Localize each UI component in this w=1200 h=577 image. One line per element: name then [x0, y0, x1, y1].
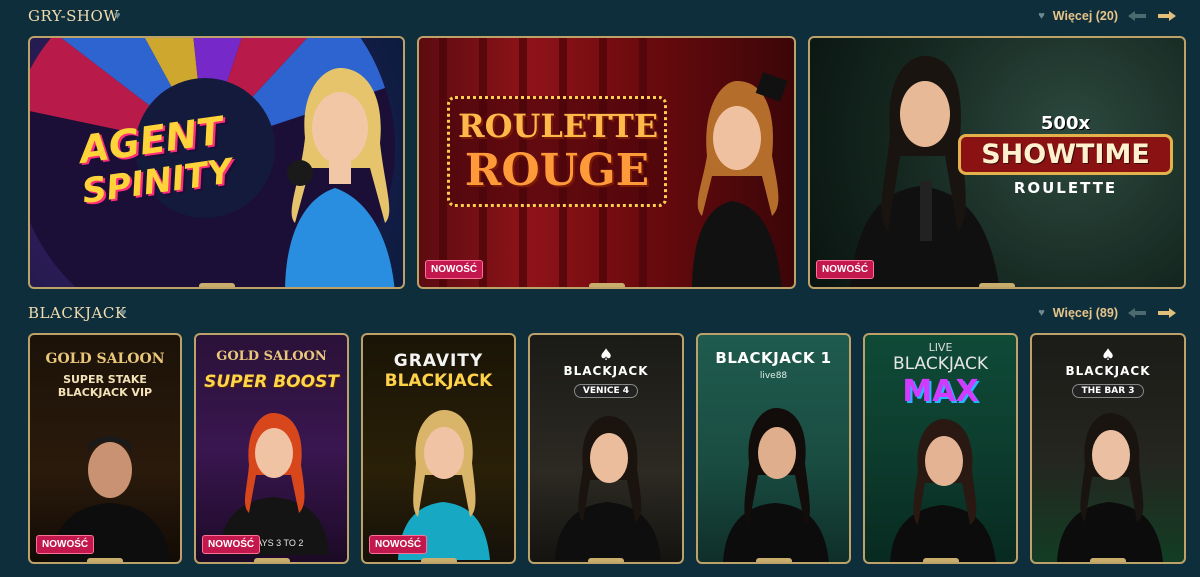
favorite-heart-icon[interactable]: ♥: [1038, 10, 1045, 22]
logo-line-2: THE BAR 3: [1072, 384, 1144, 398]
game-card-blackjack-1[interactable]: BLACKJACK 1 live88: [696, 333, 851, 564]
dealer-image: [667, 66, 794, 287]
favorite-heart-icon[interactable]: ♥: [114, 10, 121, 22]
logo-line-1: BLACKJACK: [1065, 364, 1151, 378]
card-ornament: [588, 283, 625, 287]
gameshow-section-title: GRY-SHOW: [28, 7, 120, 25]
logo-line-1: GOLD SALOON: [216, 349, 327, 364]
logo-line-2: VENICE 4: [573, 384, 639, 398]
roulette-rouge-logo: ROULETTE ROUGE: [447, 96, 667, 207]
logo-line-1: BLACKJACK: [563, 364, 649, 378]
gameshow-more-link[interactable]: Więcej (20): [1053, 9, 1118, 23]
blackjack-bar-logo: ♠ BLACKJACK THE BAR 3: [1032, 345, 1184, 398]
card-logo-icon: ♠: [1100, 345, 1116, 364]
game-card-gold-saloon-super-stake[interactable]: GOLD SALOON SUPER STAKE BLACKJACK VIP NO…: [28, 333, 182, 564]
card-ornament: [420, 558, 457, 562]
scroll-left-arrow-icon[interactable]: [1126, 305, 1148, 321]
blackjack-more-link[interactable]: Więcej (89): [1053, 306, 1118, 320]
logo-line-2: BLACKJACK: [384, 371, 493, 391]
logo-line-1: SHOWTIME: [958, 134, 1173, 175]
blackjack-more-wrap: ♥ Więcej (89): [1038, 305, 1178, 321]
scroll-right-arrow-icon[interactable]: [1156, 305, 1178, 321]
card-ornament: [253, 558, 290, 562]
blackjack-section-header: BLACKJACK ♥ ♥ Więcej (89): [0, 298, 1200, 328]
game-card-showtime-roulette[interactable]: 500x SHOWTIME ROULETTE NOWOŚĆ: [808, 36, 1186, 289]
card-ornament: [755, 558, 792, 562]
card-ornament: [87, 558, 123, 562]
new-badge: NOWOŚĆ: [202, 535, 261, 554]
logo-line-1: ROULETTE: [458, 107, 659, 145]
new-badge: NOWOŚĆ: [369, 535, 428, 554]
logo-line-1: LIVE: [928, 341, 953, 354]
new-badge: NOWOŚĆ: [425, 260, 484, 279]
logo-line-1: GRAVITY: [393, 351, 484, 371]
super-boost-logo: GOLD SALOON SUPER BOOST: [196, 349, 347, 392]
gold-saloon-logo: GOLD SALOON SUPER STAKE BLACKJACK VIP: [30, 351, 180, 399]
gameshow-more-wrap: ♥ Więcej (20): [1038, 8, 1178, 24]
dealer-image: [713, 403, 838, 562]
gravity-blackjack-logo: GRAVITY BLACKJACK: [363, 351, 514, 391]
logo-line-3: BLACKJACK VIP: [57, 386, 153, 399]
favorite-heart-icon[interactable]: ♥: [1038, 307, 1045, 319]
game-card-gold-saloon-super-boost[interactable]: GOLD SALOON SUPER BOOST CK PAYS 3 TO 2 N…: [194, 333, 349, 564]
logo-line-2: SUPER STAKE: [63, 373, 147, 386]
card-logo-icon: ♠: [598, 345, 614, 364]
game-card-roulette-rouge[interactable]: ROULETTE ROUGE NOWOŚĆ: [417, 36, 796, 289]
game-card-live-blackjack-max[interactable]: LIVE BLACKJACK MAX: [863, 333, 1018, 564]
logo-line-1: GOLD SALOON: [45, 351, 165, 367]
logo-line-2: ROULETTE: [1013, 179, 1118, 197]
new-badge: NOWOŚĆ: [816, 260, 875, 279]
logo-line-1: BLACKJACK 1: [715, 349, 832, 367]
scroll-right-arrow-icon[interactable]: [1156, 8, 1178, 24]
card-ornament: [198, 283, 235, 287]
gameshow-section-header: GRY-SHOW ♥ ♥ Więcej (20): [0, 1, 1200, 31]
new-badge: NOWOŚĆ: [36, 535, 95, 554]
card-ornament: [588, 558, 624, 562]
scroll-left-arrow-icon[interactable]: [1126, 8, 1148, 24]
card-ornament: [979, 283, 1015, 287]
dealer-image: [545, 410, 670, 560]
game-card-blackjack-the-bar-3[interactable]: ♠ BLACKJACK THE BAR 3: [1030, 333, 1186, 564]
game-card-agent-spinity[interactable]: AGENT SPINITY: [28, 36, 405, 289]
favorite-heart-icon[interactable]: ♥: [120, 307, 127, 319]
card-ornament: [1090, 558, 1126, 562]
game-card-gravity-blackjack[interactable]: GRAVITY BLACKJACK NOWOŚĆ: [361, 333, 516, 564]
logo-top: 500x: [1040, 113, 1091, 134]
blackjack-section-title: BLACKJACK: [28, 304, 127, 322]
dealer-image: [211, 405, 336, 555]
blackjack-venice-logo: ♠ BLACKJACK VENICE 4: [530, 345, 682, 398]
logo-line-2: BLACKJACK: [893, 354, 988, 374]
logo-line-2: live88: [759, 371, 788, 381]
logo-line-2: ROUGE: [464, 145, 650, 196]
game-card-blackjack-venice-4[interactable]: ♠ BLACKJACK VENICE 4: [528, 333, 684, 564]
dealer-image: [880, 413, 1005, 562]
blackjack-1-logo: BLACKJACK 1 live88: [698, 349, 849, 381]
logo-line-3: MAX: [902, 374, 979, 409]
dealer-image: [1047, 407, 1172, 562]
logo-line-2: SUPER BOOST: [204, 372, 339, 392]
card-ornament: [922, 558, 959, 562]
showtime-roulette-logo: 500x SHOWTIME ROULETTE: [958, 113, 1173, 197]
blackjack-max-logo: LIVE BLACKJACK MAX: [865, 341, 1016, 409]
